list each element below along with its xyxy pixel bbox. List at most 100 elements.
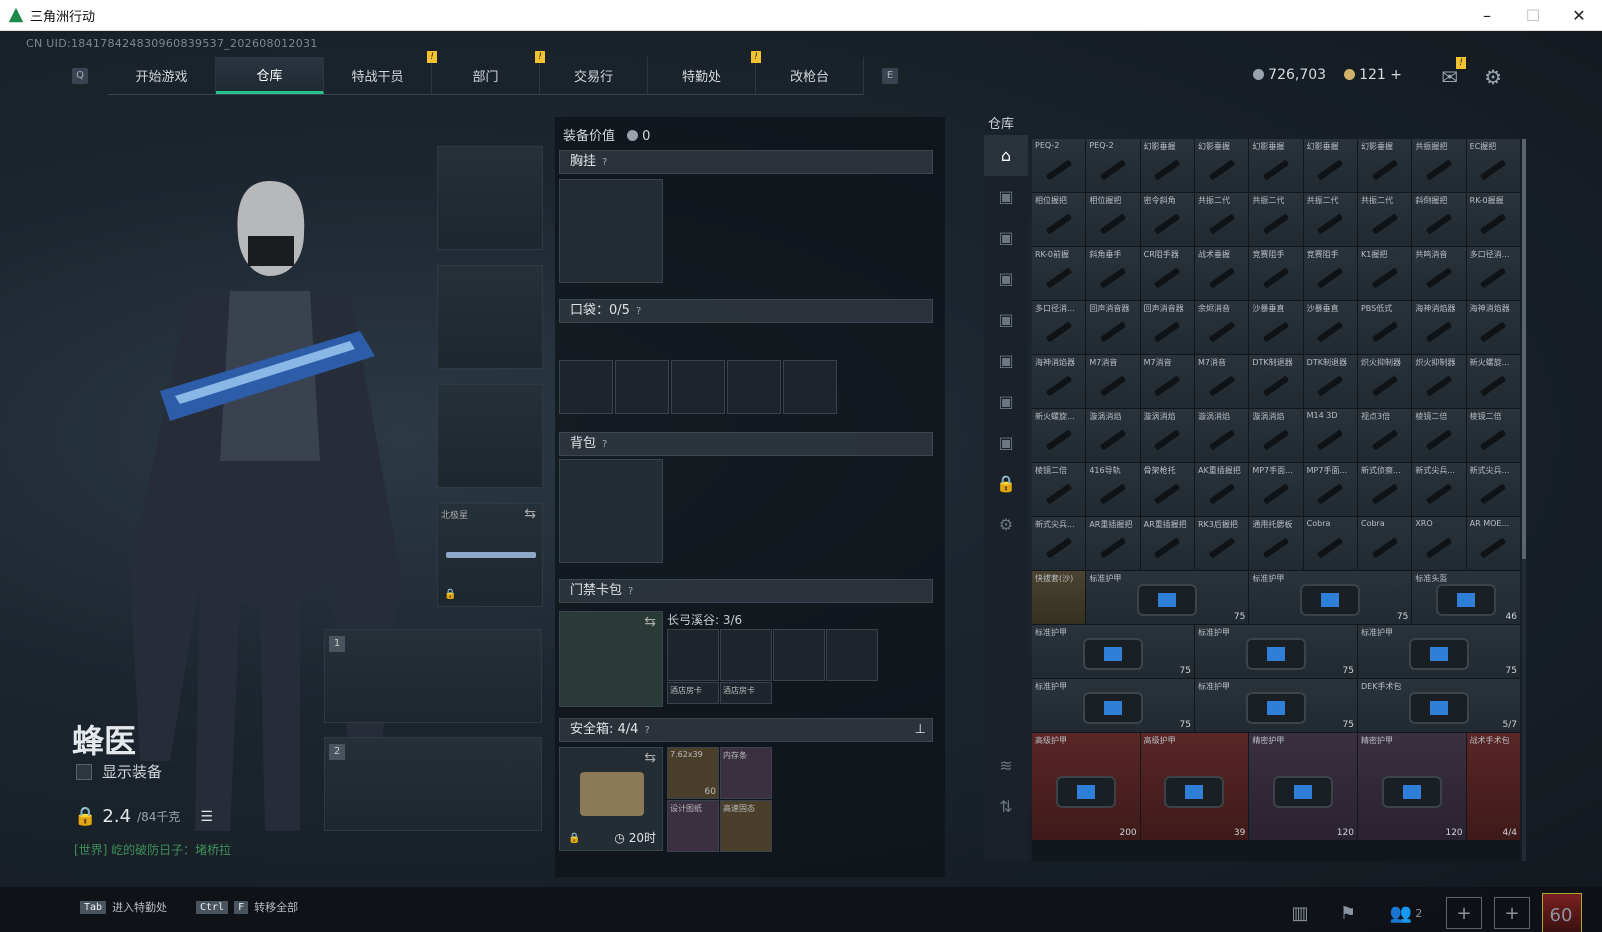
stats-icon[interactable]: ▥ [1282, 897, 1318, 929]
warehouse-tab-icon[interactable]: ▣ [984, 217, 1028, 258]
warehouse-tab-icon[interactable]: ▣ [984, 258, 1028, 299]
safe-item[interactable]: 高速固态 [720, 800, 772, 852]
tab-warehouse[interactable]: 仓库 [216, 57, 324, 94]
list-icon[interactable]: ☰ [200, 809, 213, 825]
world-chat-line[interactable]: [世界] 屹的破防日子：堵桥拉 [74, 841, 231, 858]
warehouse-item[interactable]: 新式尖兵... [1032, 517, 1086, 570]
warehouse-item[interactable]: 漩涡消焰 [1140, 409, 1194, 462]
warehouse-item[interactable]: DEK手术包 5/7 [1357, 679, 1520, 732]
pin-icon[interactable]: ⊥ [915, 719, 926, 741]
keycard-cell[interactable] [720, 629, 772, 681]
warehouse-item[interactable]: RK-0前握 [1032, 247, 1086, 300]
warehouse-item[interactable]: 沙暴垂直 [1249, 301, 1303, 354]
warehouse-item[interactable]: K1握把 [1357, 247, 1412, 300]
warehouse-item[interactable]: 竞赛阻手 [1303, 247, 1357, 300]
warehouse-item[interactable]: 棱镜二倍 [1412, 409, 1466, 462]
warehouse-item[interactable]: 竞赛阻手 [1249, 247, 1303, 300]
warehouse-item[interactable]: RK3后握把 [1194, 517, 1249, 570]
show-equipment-toggle[interactable]: 显示装备 [76, 761, 162, 782]
safe-item[interactable]: 7.62x39 60 [667, 747, 719, 799]
warehouse-item[interactable]: Cobra [1357, 517, 1412, 570]
warehouse-item[interactable]: 标准护甲 75 [1032, 625, 1194, 678]
warehouse-item[interactable]: 斜倒握把 [1412, 193, 1466, 246]
warehouse-item[interactable]: 精密护甲 120 [1357, 733, 1466, 840]
gold-currency[interactable]: 121 + [1344, 67, 1402, 83]
warehouse-item[interactable]: CR阻手器 [1140, 247, 1194, 300]
warehouse-item[interactable]: 标准护甲 75 [1249, 571, 1412, 624]
warehouse-item[interactable]: 斜角垂手 [1086, 247, 1140, 300]
safe-item[interactable]: 设计图纸 [667, 800, 719, 852]
warehouse-item[interactable]: 海神消焰器 [1466, 301, 1520, 354]
warehouse-item[interactable]: 战术垂握 [1194, 247, 1249, 300]
invite-slot-button[interactable]: + [1446, 897, 1482, 929]
warehouse-item[interactable]: 新式侦察... [1357, 463, 1412, 516]
warehouse-item[interactable]: M14 3D [1303, 409, 1357, 462]
player-avatar[interactable]: 60 [1542, 893, 1582, 932]
warehouse-item[interactable]: AK重插握把 [1194, 463, 1249, 516]
holster-slot[interactable] [437, 384, 543, 488]
warehouse-item[interactable]: 通用托腮板 [1249, 517, 1303, 570]
swap-icon[interactable]: ⇆ [524, 506, 536, 522]
warehouse-item[interactable]: 幻影垂握 [1140, 139, 1194, 192]
help-icon[interactable]: ? [636, 306, 641, 317]
warehouse-tab-icon[interactable]: ▣ [984, 340, 1028, 381]
warehouse-item[interactable]: RK-0握握 [1466, 193, 1520, 246]
swap-icon[interactable]: ⇆ [644, 614, 656, 630]
helmet-slot[interactable] [437, 146, 543, 250]
warehouse-item[interactable]: M7消音 [1086, 355, 1140, 408]
warehouse-item[interactable]: AR重插握把 [1140, 517, 1194, 570]
warehouse-item[interactable]: 幻影垂握 [1303, 139, 1357, 192]
gear-icon[interactable]: ⚙ [1484, 65, 1502, 89]
help-icon[interactable]: ? [628, 586, 633, 597]
warehouse-tab-icon[interactable]: ▣ [984, 176, 1028, 217]
warehouse-item[interactable]: 海神消焰器 [1412, 301, 1466, 354]
warehouse-scrollbar[interactable] [1522, 139, 1526, 861]
warehouse-item[interactable]: M7消音 [1194, 355, 1249, 408]
swap-icon[interactable]: ⇆ [644, 750, 656, 766]
pocket-slot[interactable] [727, 360, 781, 414]
warehouse-item[interactable]: 标准护甲 75 [1086, 571, 1249, 624]
warehouse-item[interactable]: 多口径消... [1466, 247, 1520, 300]
warehouse-item[interactable]: AR MOE... [1466, 517, 1520, 570]
transfer-all-hint[interactable]: Ctrl F 转移全部 [196, 899, 298, 915]
warehouse-tab-icon[interactable]: ▣ [984, 299, 1028, 340]
warehouse-item[interactable]: 幻影垂握 [1249, 139, 1303, 192]
friends-icon[interactable]: 👥 2 [1378, 897, 1434, 929]
flag-icon[interactable]: ⚑ [1330, 897, 1366, 929]
backpack-slot[interactable] [559, 459, 663, 563]
warehouse-item[interactable]: 漩涡消焰 [1194, 409, 1249, 462]
sort-icon[interactable]: ⇅ [984, 786, 1028, 827]
layers-icon[interactable]: ≋ [984, 745, 1028, 786]
warehouse-item[interactable]: 标准头盔 46 [1412, 571, 1520, 624]
warehouse-item[interactable]: Cobra [1303, 517, 1357, 570]
warehouse-item[interactable]: 新式尖兵... [1412, 463, 1466, 516]
help-icon[interactable]: ? [602, 157, 607, 168]
warehouse-tab-icon[interactable]: ▣ [984, 422, 1028, 463]
nav-prev-key[interactable]: Q [72, 68, 88, 84]
warehouse-item[interactable]: 密令斜角 [1140, 193, 1194, 246]
warehouse-item[interactable]: PEQ-2 [1086, 139, 1140, 192]
secondary-weapon-slot[interactable]: 北极星 ⇆ 🔒 [437, 503, 543, 607]
tab-gunsmith[interactable]: 改枪台 [756, 57, 864, 94]
warehouse-item[interactable]: 炽火抑制器 [1357, 355, 1412, 408]
keycard-cell[interactable] [667, 629, 719, 681]
pocket-slot[interactable] [615, 360, 669, 414]
maximize-icon[interactable]: ☐ [1510, 0, 1556, 30]
tab-start-game[interactable]: 开始游戏 [108, 57, 216, 94]
warehouse-item[interactable]: 沙暴垂直 [1303, 301, 1357, 354]
warehouse-item[interactable]: PEQ-2 [1032, 139, 1086, 192]
pocket-slot[interactable] [671, 360, 725, 414]
warehouse-item[interactable]: 漩涡消焰 [1086, 409, 1140, 462]
invite-slot-button[interactable]: + [1494, 897, 1530, 929]
warehouse-item[interactable]: 416导轨 [1086, 463, 1140, 516]
warehouse-item[interactable]: 标准护甲 75 [1357, 625, 1520, 678]
pocket-slot[interactable] [559, 360, 613, 414]
warehouse-item[interactable]: 新式尖兵... [1466, 463, 1520, 516]
keycard-case-slot[interactable]: ⇆ [559, 611, 663, 707]
warehouse-item[interactable]: 棱镜二倍 [1032, 463, 1086, 516]
keycard-cell[interactable] [773, 629, 825, 681]
warehouse-item[interactable]: 标准护甲 75 [1032, 679, 1194, 732]
warehouse-item[interactable]: 标准护甲 75 [1194, 679, 1357, 732]
warehouse-item[interactable]: 回声消音器 [1086, 301, 1140, 354]
nav-next-key[interactable]: E [882, 68, 898, 84]
